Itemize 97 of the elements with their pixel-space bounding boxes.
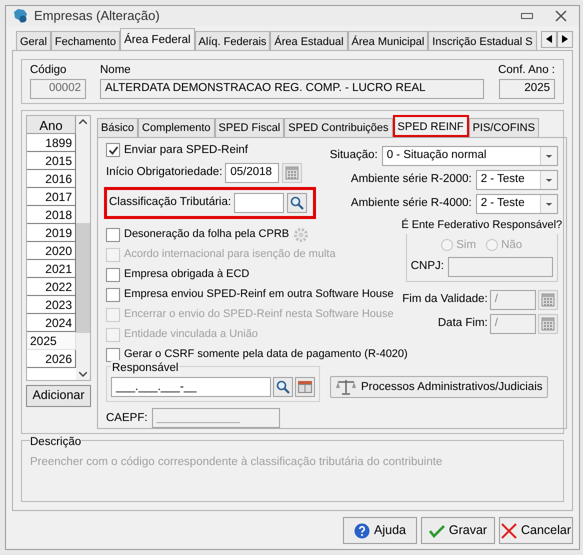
cancel-button[interactable]: Cancelar: [499, 517, 573, 544]
group-title: É Ente Federativo Responsável?: [400, 217, 564, 234]
tab[interactable]: Área Federal: [120, 28, 195, 50]
dropdown[interactable]: 2 - Teste: [476, 170, 558, 190]
tab[interactable]: Fechamento: [50, 30, 120, 50]
search-icon: [276, 380, 290, 394]
right-arrow-icon: [562, 35, 568, 43]
checkbox[interactable]: [106, 228, 120, 242]
dropdown[interactable]: 2 - Teste: [476, 194, 558, 214]
checkbox[interactable]: [106, 348, 120, 362]
checkbox-label: Entidade vinculada a União: [124, 327, 258, 342]
tab[interactable]: Alíq. Federais: [194, 30, 270, 50]
tab[interactable]: PIS/COFINS: [468, 118, 539, 137]
year-cell[interactable]: 2025: [27, 332, 76, 350]
field-label: Classificação Tributária:: [109, 195, 232, 210]
tab[interactable]: Geral: [16, 30, 51, 50]
caret-icon: [540, 194, 557, 213]
tab[interactable]: Área Municipal: [348, 30, 428, 50]
check-icon: [428, 524, 445, 538]
checkbox-label: Empresa enviou SPED-Reinf em outra Software House: [124, 287, 394, 302]
field-label: Situação:: [330, 148, 378, 164]
column-header[interactable]: Ano: [27, 116, 76, 134]
field-label: Início Obrigatoriedade:: [106, 165, 222, 180]
caret-icon: [540, 146, 557, 165]
year-cell[interactable]: 2026: [27, 350, 76, 368]
year-cell[interactable]: 2018: [27, 206, 76, 224]
input-field[interactable]: 2025: [499, 78, 555, 99]
field-label: Ambiente série R-2000:: [350, 172, 472, 188]
field-label: Conf. Ano :: [498, 62, 555, 78]
year-cell[interactable]: 2020: [27, 242, 76, 260]
calendar-icon: [285, 166, 300, 180]
tab[interactable]: SPED REINF: [392, 114, 469, 137]
minimize-icon[interactable]: [521, 12, 533, 19]
year-cell[interactable]: 2015: [27, 152, 76, 170]
tab[interactable]: Inscrição Estadual S: [428, 30, 537, 50]
checkbox-label: Gerar o CSRF somente pela data de pagamento (R-4020): [124, 347, 408, 362]
checkbox[interactable]: [106, 143, 120, 158]
field-label: CAEPF:: [106, 410, 148, 426]
tab[interactable]: Básico: [97, 118, 138, 137]
radio-label: Não: [501, 238, 522, 252]
field-label: Ambiente série R-4000:: [350, 196, 472, 212]
input-field[interactable]: 00002: [30, 78, 86, 99]
year-cell[interactable]: 2022: [27, 278, 76, 296]
year-cell[interactable]: 1899: [27, 134, 76, 152]
description-text: Preencher com o código correspondente à classificação tributária do contribuinte: [30, 454, 444, 470]
tab[interactable]: SPED Contribuições: [284, 118, 393, 137]
year-cell[interactable]: 2016: [27, 170, 76, 188]
year-cell[interactable]: 2019: [27, 224, 76, 242]
input-field[interactable]: ___.___.___-__: [111, 377, 271, 398]
calendar-icon: [540, 292, 555, 307]
caret-icon: [540, 170, 557, 189]
year-cell[interactable]: 2017: [27, 188, 76, 206]
input-field[interactable]: ALTERDATA DEMONSTRACAO REG. COMP. - LUCRO REAL: [100, 78, 484, 99]
tab[interactable]: SPED Fiscal: [214, 118, 284, 137]
field-label: Data Fim:: [438, 316, 488, 332]
scrollbar[interactable]: [76, 116, 90, 380]
processes-button[interactable]: Processos Administrativos/Judiciais: [330, 376, 548, 398]
tab[interactable]: Complemento: [138, 118, 215, 137]
scroll-left-button[interactable]: [541, 30, 557, 48]
scroll-right-button[interactable]: [557, 30, 573, 48]
scale-icon: [335, 379, 357, 396]
close-icon: [500, 522, 517, 539]
window-title: Empresas (Alteração): [34, 7, 161, 25]
checkbox[interactable]: [106, 288, 120, 302]
checkbox-label: Empresa obrigada à ECD: [124, 267, 250, 282]
calendar-button[interactable]: [538, 290, 558, 310]
field-label: Nome: [100, 62, 132, 78]
field-label: Código: [30, 62, 68, 78]
left-arrow-icon: [546, 35, 552, 43]
checkbox[interactable]: [106, 268, 120, 282]
add-button[interactable]: Adicionar: [26, 384, 91, 407]
calendar-icon: [540, 316, 555, 331]
tab[interactable]: Área Estadual: [270, 30, 348, 50]
save-button[interactable]: Gravar: [421, 517, 495, 544]
input-field[interactable]: 05/2018: [225, 163, 280, 183]
input-field[interactable]: [234, 193, 284, 213]
help-icon: [354, 522, 370, 539]
radio-label: Sim: [456, 238, 476, 252]
year-cell[interactable]: 2021: [27, 260, 76, 278]
table-button[interactable]: [295, 377, 315, 398]
dropdown[interactable]: 0 - Situação normal: [382, 146, 558, 166]
table-icon: [298, 381, 312, 394]
checkbox-label: Acordo internacional para isenção de multa: [124, 247, 336, 262]
search-button[interactable]: [287, 193, 308, 213]
close-icon[interactable]: [555, 10, 567, 22]
search-icon: [290, 196, 304, 210]
year-cell[interactable]: 2023: [27, 296, 76, 314]
search-button[interactable]: [273, 377, 293, 398]
field-label: Fim da Validade:: [402, 292, 488, 308]
calendar-button[interactable]: [282, 163, 302, 183]
calendar-button[interactable]: [538, 314, 558, 334]
checkbox-label: Encerrar o envio do SPED-Reinf nesta Software House: [124, 307, 394, 322]
year-cell[interactable]: 2024: [27, 314, 76, 332]
checkbox-label: Desoneração da folha pela CPRB: [124, 227, 290, 242]
field-label: CNPJ:: [410, 259, 444, 274]
checkbox-label: Enviar para SPED-Reinf: [124, 142, 248, 158]
help-button[interactable]: Ajuda: [343, 517, 417, 544]
